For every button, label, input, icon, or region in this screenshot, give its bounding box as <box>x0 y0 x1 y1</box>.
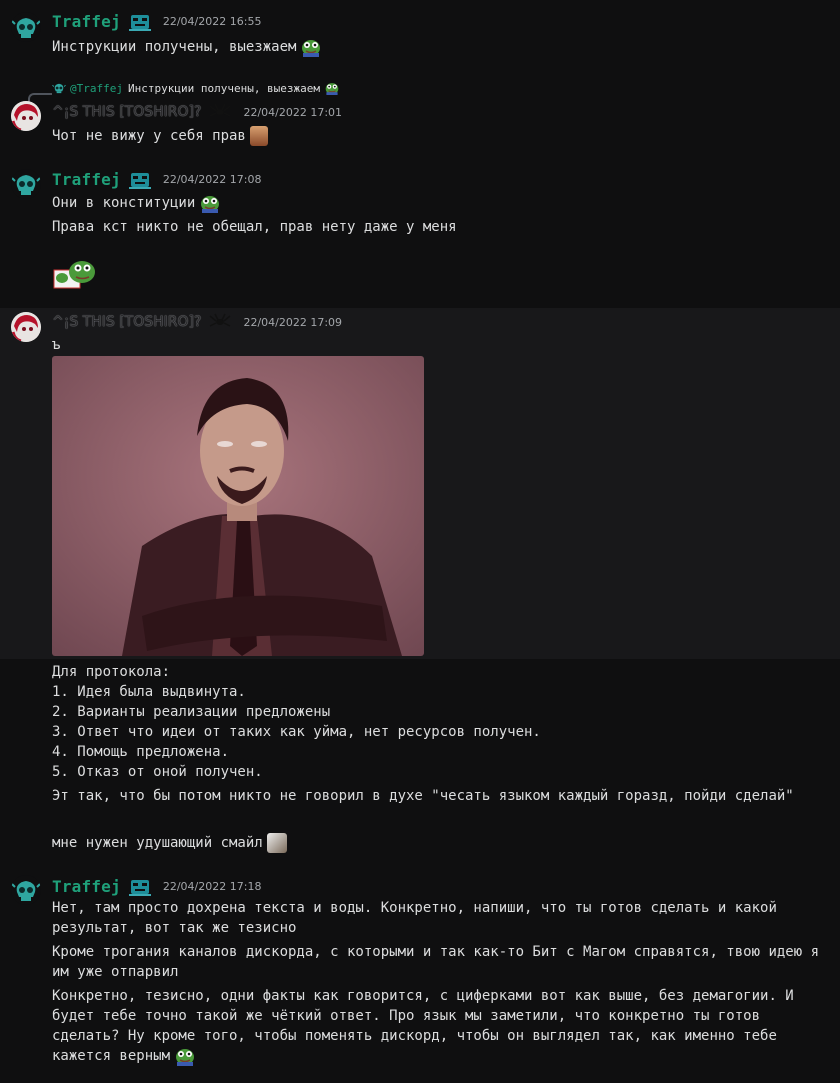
message-text: Они в конституции <box>52 193 221 213</box>
message-text: Права кст никто не обещал, прав нету даж… <box>52 219 457 235</box>
robot-badge-icon <box>129 171 151 189</box>
pepe-emoji-icon[interactable] <box>174 1046 196 1066</box>
protocol-line: 4. Помощь предложена. <box>52 744 230 760</box>
face-emoji-icon[interactable] <box>249 126 268 146</box>
face-emoji-icon[interactable] <box>266 833 287 853</box>
timestamp: 22/04/2022 17:18 <box>162 880 262 893</box>
skull-avatar-icon <box>52 81 66 95</box>
robot-badge-icon <box>129 13 151 31</box>
reply-preview[interactable]: @Traffej Инструкции получены, выезжаем <box>52 81 340 95</box>
reply-text: Инструкции получены, выезжаем <box>127 81 321 95</box>
message-text: Нет, там просто дохрена текста и воды. К… <box>52 900 777 936</box>
message-traffej-3: Traffej 22/04/2022 17:18 Нет, там просто… <box>0 865 840 1083</box>
timestamp: 22/04/2022 17:09 <box>243 315 343 329</box>
spider-badge-icon <box>209 313 231 331</box>
protocol-line: Для протокола: <box>52 664 171 680</box>
protocol-line: 1. Идея была выдвинута. <box>52 684 246 700</box>
pepe-emoji-icon <box>324 81 340 95</box>
timestamp: 22/04/2022 17:01 <box>243 105 343 119</box>
message-text: Конкретно, тезисно, одни факты как говор… <box>52 988 794 1066</box>
message-text: Кроме трогания каналов дискорда, с котор… <box>52 944 820 980</box>
spider-badge-icon <box>209 103 231 121</box>
author-name[interactable]: Traffej <box>52 877 121 896</box>
message-text: Эт так, что бы потом никто не говорил в … <box>52 788 794 804</box>
timestamp: 22/04/2022 16:55 <box>162 15 262 28</box>
message-traffej-1: Traffej 22/04/2022 16:55 Инструкции полу… <box>0 0 840 66</box>
message-toshiro-1: @Traffej Инструкции получены, выезжаем ^… <box>0 66 840 160</box>
protocol-line: 5. Отказ от оной получен. <box>52 764 263 780</box>
message-text: мне нужен удушающий смайл <box>52 833 287 853</box>
skull-avatar-icon[interactable] <box>11 12 41 42</box>
message-header: ^¡S THIS [TOSHIRO]? 22/04/2022 17:09 <box>52 313 342 331</box>
protocol-line: 3. Ответ что идеи от таких как уйма, нет… <box>52 724 541 740</box>
message-toshiro-continuation: Для протокола: 1. Идея была выдвинута. 2… <box>0 659 840 865</box>
author-name[interactable]: ^¡S THIS [TOSHIRO]? <box>52 314 201 330</box>
message-header: Traffej 22/04/2022 16:55 <box>52 12 261 31</box>
pepe-emoji-icon[interactable] <box>300 37 322 57</box>
pepe-emoji-icon[interactable] <box>199 193 221 213</box>
message-header: ^¡S THIS [TOSHIRO]? 22/04/2022 17:01 <box>52 103 342 121</box>
timestamp: 22/04/2022 17:08 <box>162 173 262 186</box>
reply-mention[interactable]: @Traffej <box>70 82 123 95</box>
anime-avatar-icon[interactable] <box>11 312 41 342</box>
image-attachment[interactable] <box>52 356 424 656</box>
anime-avatar-icon[interactable] <box>11 101 41 131</box>
author-name[interactable]: Traffej <box>52 12 121 31</box>
message-traffej-2: Traffej 22/04/2022 17:08 Они в конституц… <box>0 160 840 308</box>
message-text: Инструкции получены, выезжаем <box>52 37 322 57</box>
protocol-line: 2. Варианты реализации предложены <box>52 704 331 720</box>
skull-avatar-icon[interactable] <box>11 875 41 905</box>
hands-emoji-icon[interactable] <box>52 256 100 290</box>
message-text: Чот не вижу у себя прав <box>52 126 268 146</box>
author-name[interactable]: Traffej <box>52 170 121 189</box>
message-header: Traffej 22/04/2022 17:08 <box>52 170 261 189</box>
message-text: ъ <box>52 337 61 353</box>
message-header: Traffej 22/04/2022 17:18 <box>52 877 261 896</box>
author-name[interactable]: ^¡S THIS [TOSHIRO]? <box>52 104 201 120</box>
skull-avatar-icon[interactable] <box>11 169 41 199</box>
robot-badge-icon <box>129 878 151 896</box>
